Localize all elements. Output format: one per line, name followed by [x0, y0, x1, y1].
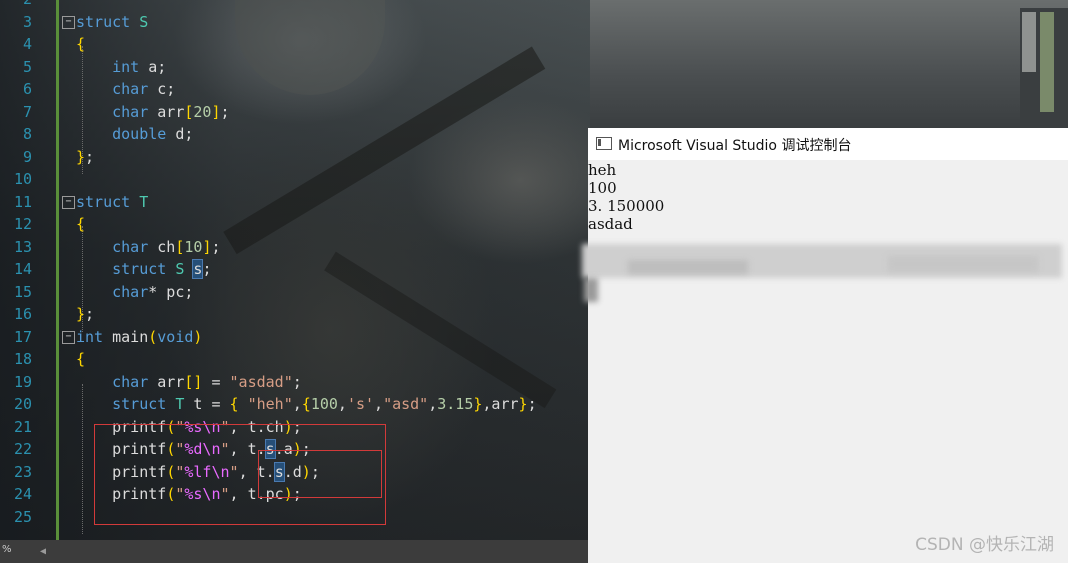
code-line[interactable]: 5 int a; — [0, 56, 590, 78]
line-number: 24 — [13, 485, 32, 503]
console-titlebar[interactable]: Microsoft Visual Studio 调试控制台 — [588, 128, 1068, 160]
line-number: 15 — [13, 282, 32, 301]
code-line[interactable]: 2 — [0, 0, 590, 10]
zoom-indicator[interactable]: % — [2, 544, 12, 555]
code-text[interactable]: struct S — [76, 11, 148, 33]
code-line[interactable]: 7 char arr[20]; — [0, 101, 590, 123]
redacted-region — [584, 278, 598, 302]
line-number: 14 — [13, 260, 32, 278]
code-text[interactable]: }; — [76, 303, 94, 325]
line-number: 22 — [13, 440, 32, 458]
horizontal-scrollbar[interactable]: % ◀ — [0, 540, 590, 563]
code-line[interactable]: 8 double d; — [0, 123, 590, 145]
code-line[interactable]: 10 — [0, 168, 590, 190]
console-output-line: 3. 150000 — [588, 197, 665, 215]
code-line[interactable]: 4{ — [0, 33, 590, 55]
watermark: CSDN @快乐江湖 — [915, 535, 1054, 555]
line-number: 4 — [22, 35, 32, 53]
line-number: 7 — [22, 102, 32, 121]
editor-background-right — [590, 0, 1068, 128]
line-number: 12 — [13, 215, 32, 233]
code-text[interactable]: }; — [76, 146, 94, 168]
code-line[interactable]: 14 struct S s; — [0, 258, 590, 280]
redacted-region — [888, 256, 1038, 272]
code-text[interactable]: char* pc; — [76, 281, 193, 303]
redacted-region — [628, 260, 748, 274]
line-number: 25 — [13, 507, 32, 526]
collapse-toggle-icon[interactable]: − — [62, 330, 75, 344]
minimap-marker — [1040, 12, 1054, 112]
console-app-icon — [596, 137, 612, 150]
line-number: 3 — [22, 12, 32, 31]
code-line[interactable]: 20 struct T t = { "heh",{100,'s',"asd",3… — [0, 393, 590, 415]
line-number: 21 — [13, 417, 32, 436]
console-output: heh 100 3. 150000 asdad — [588, 161, 664, 233]
code-line[interactable]: 12 { — [0, 213, 590, 235]
code-text[interactable]: char arr[20]; — [76, 101, 229, 123]
scroll-left-arrow-icon[interactable]: ◀ — [40, 546, 46, 557]
code-line[interactable]: 3 − struct S — [0, 11, 590, 33]
line-number: 13 — [13, 237, 32, 256]
code-line[interactable]: 11 − struct T — [0, 191, 590, 213]
code-editor[interactable]: 23−struct S4{5 int a;6 char c;7 char arr… — [0, 0, 590, 563]
code-line[interactable]: 9}; — [0, 146, 590, 168]
console-output-line: heh — [588, 161, 617, 179]
line-number: 8 — [22, 125, 32, 143]
code-text[interactable]: char c; — [76, 78, 175, 100]
line-number: 23 — [13, 462, 32, 481]
line-number: 5 — [22, 57, 32, 76]
line-number: 20 — [13, 395, 32, 413]
code-text[interactable]: struct T t = { "heh",{100,'s',"asd",3.15… — [76, 393, 536, 415]
code-text[interactable]: struct S s; — [76, 258, 211, 280]
code-text[interactable]: { — [76, 33, 85, 55]
code-text[interactable]: { — [76, 213, 85, 235]
annotation-box-member-access — [258, 450, 382, 498]
vertical-scrollbar-thumb[interactable] — [1022, 12, 1036, 72]
code-line[interactable]: 6 char c; — [0, 78, 590, 100]
code-text[interactable]: char arr[] = "asdad"; — [76, 371, 302, 393]
code-line[interactable]: 18 { — [0, 348, 590, 370]
collapse-toggle-icon[interactable]: − — [62, 15, 75, 29]
code-line[interactable]: 15 char* pc; — [0, 281, 590, 303]
code-text[interactable]: char ch[10]; — [76, 236, 220, 258]
code-line[interactable]: 19 char arr[] = "asdad"; — [0, 371, 590, 393]
line-number: 16 — [13, 305, 32, 323]
code-line[interactable]: 16}; — [0, 303, 590, 325]
code-line[interactable]: 13 char ch[10]; — [0, 236, 590, 258]
line-number: 10 — [13, 170, 32, 188]
debug-console-window[interactable]: Microsoft Visual Studio 调试控制台 heh 100 3.… — [582, 128, 1068, 563]
code-text[interactable]: int main(void) — [76, 326, 202, 348]
code-text[interactable]: double d; — [76, 123, 193, 145]
line-number: 17 — [13, 327, 32, 346]
line-number: 19 — [13, 372, 32, 391]
line-number: 11 — [13, 192, 32, 211]
line-number: 2 — [0, 0, 32, 10]
code-line[interactable]: 17 − int main(void) — [0, 326, 590, 348]
code-text[interactable]: int a; — [76, 56, 166, 78]
console-title: Microsoft Visual Studio 调试控制台 — [618, 138, 852, 154]
line-number: 9 — [22, 147, 32, 166]
collapse-toggle-icon[interactable]: − — [62, 195, 75, 209]
console-output-line: 100 — [588, 179, 617, 197]
line-number: 18 — [13, 350, 32, 368]
line-number: 6 — [22, 80, 32, 98]
code-text[interactable]: { — [76, 348, 85, 370]
console-output-line: asdad — [588, 215, 633, 233]
code-text[interactable]: struct T — [76, 191, 148, 213]
